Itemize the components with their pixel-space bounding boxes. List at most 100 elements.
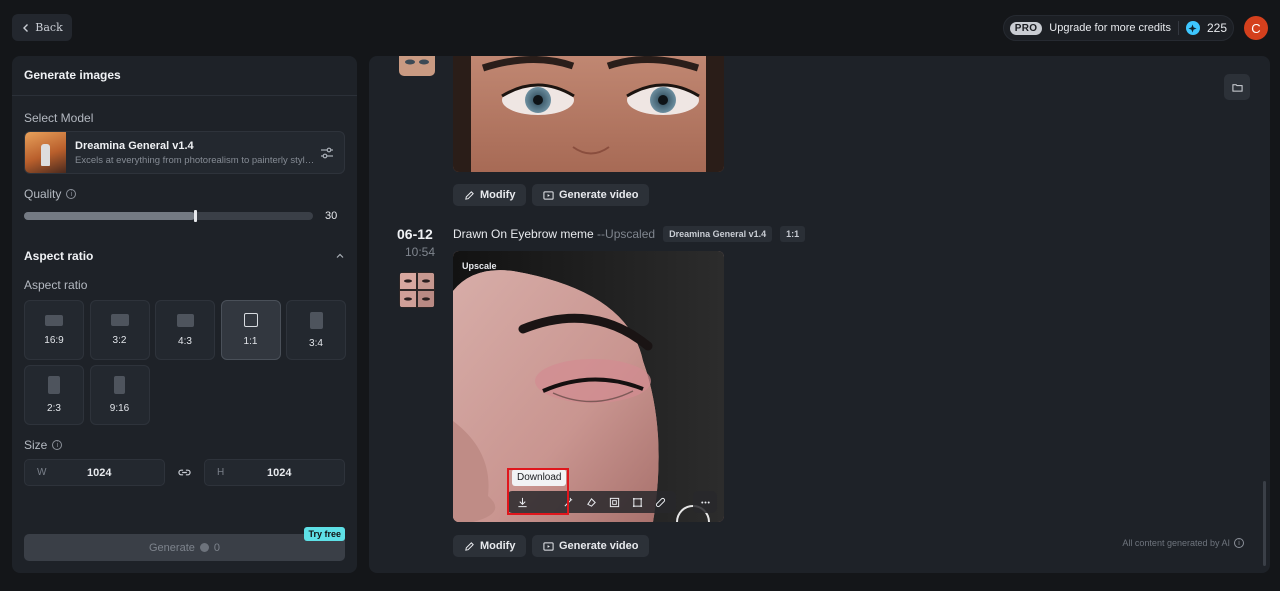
back-button[interactable]: Back: [12, 14, 72, 41]
aspect-ratio-option-16-9[interactable]: 16:9: [24, 300, 84, 360]
generate-video-label: Generate video: [559, 540, 639, 552]
aspect-ratio-option-4-3[interactable]: 4:3: [155, 300, 215, 360]
folder-icon: [1231, 83, 1243, 92]
aspect-ratio-section-title: Aspect ratio: [24, 249, 94, 263]
aspect-ratio-shape-icon: [243, 313, 258, 327]
width-field[interactable]: W 1024: [24, 459, 165, 486]
video-icon: [543, 541, 554, 551]
prompt-suffix: --Upscaled: [593, 227, 656, 241]
eraser-icon[interactable]: [580, 491, 603, 513]
height-value[interactable]: 1024: [267, 467, 291, 479]
back-label: Back: [35, 21, 63, 34]
result-date: 06-12: [397, 226, 433, 242]
video-icon: [543, 190, 554, 200]
pencil-icon: [465, 541, 474, 551]
try-free-badge: Try free: [304, 527, 345, 541]
pencil-icon: [465, 190, 474, 200]
more-horizontal-icon: [700, 500, 710, 504]
aspect-ratio-shape-icon: [309, 311, 323, 329]
link-icon[interactable]: [165, 466, 204, 479]
aspect-ratio-shape-icon: [48, 376, 60, 394]
scrollbar[interactable]: [1263, 481, 1266, 566]
select-model-label: Select Model: [24, 111, 93, 125]
upscale-tag: Upscale: [462, 261, 497, 271]
aspect-ratio-shape-icon: [45, 314, 63, 326]
aspect-ratio-section-header[interactable]: Aspect ratio: [24, 249, 345, 263]
avatar[interactable]: C: [1244, 16, 1268, 40]
upgrade-pill[interactable]: PRO Upgrade for more credits 225: [1002, 15, 1234, 41]
height-field[interactable]: H 1024: [204, 459, 345, 486]
select-model-text: Select Model: [24, 111, 94, 125]
aspect-ratio-label: Aspect ratio: [24, 278, 87, 292]
credit-star-icon: [1185, 21, 1200, 35]
generated-image-upscaled[interactable]: Upscale Download: [453, 251, 724, 522]
download-highlight: [507, 468, 569, 515]
upgrade-link[interactable]: Upgrade for more credits: [1049, 22, 1171, 34]
aspect-ratio-label: 3:4: [309, 337, 323, 349]
generate-button[interactable]: Generate 0: [24, 534, 345, 561]
credit-coin-icon: [199, 543, 209, 552]
aspect-ratio-shape-icon: [176, 313, 194, 327]
credit-count: 225: [1206, 21, 1227, 35]
modify-button[interactable]: Modify: [453, 184, 527, 206]
aspect-ratio-label: 4:3: [178, 335, 192, 347]
info-icon[interactable]: i: [52, 440, 63, 450]
aspect-ratio-option-3-2[interactable]: 3:2: [89, 300, 150, 360]
quality-label: Quality i: [24, 187, 77, 201]
size-label: Size i: [24, 438, 63, 452]
aspect-ratio-option-3-4[interactable]: 3:4: [286, 300, 346, 360]
model-selector[interactable]: Dreamina General v1.4 Excels at everythi…: [24, 131, 345, 174]
panel-title: Generate images: [12, 56, 357, 96]
info-icon[interactable]: i: [66, 189, 77, 199]
chevron-up-icon[interactable]: [335, 251, 345, 261]
model-description: Excels at everything from photorealism t…: [75, 154, 315, 166]
aspect-ratio-shape-icon: [114, 376, 125, 394]
generate-video-button[interactable]: Generate video: [532, 535, 650, 557]
quality-slider-handle[interactable]: [193, 210, 197, 222]
result-thumbnail[interactable]: [399, 56, 435, 76]
divider: [1177, 21, 1179, 35]
aspect-ratio-shape-icon: [110, 314, 129, 326]
generate-video-button[interactable]: Generate video: [532, 184, 650, 206]
model-tag: Dreamina General v1.4: [663, 226, 773, 242]
ai-disclaimer: All content generated by AI i: [1122, 538, 1244, 548]
aspect-ratio-option-1-1[interactable]: 1:1: [220, 300, 281, 360]
aspect-ratio-option-9-16[interactable]: 9:16: [89, 365, 150, 425]
width-prefix: W: [37, 467, 47, 478]
generate-label: Generate: [149, 541, 195, 554]
generated-image-eyes[interactable]: [453, 56, 724, 172]
aspect-ratio-grid: 16:9 3:2 4:3 1:1 3:4 2:3 9:16: [24, 300, 346, 425]
ratio-tag: 1:1: [780, 226, 806, 242]
model-thumbnail: [25, 132, 66, 173]
folder-button[interactable]: [1224, 74, 1250, 100]
more-options-button[interactable]: [693, 491, 717, 513]
quality-value: 30: [325, 210, 338, 222]
aspect-ratio-option-2-3[interactable]: 2:3: [24, 365, 84, 425]
generate-video-label: Generate video: [559, 189, 639, 201]
crop-icon[interactable]: [626, 491, 649, 513]
info-icon[interactable]: i: [1234, 538, 1244, 548]
aspect-ratio-label: 2:3: [47, 403, 61, 414]
result-thumbnail[interactable]: [399, 272, 435, 308]
modify-label: Modify: [480, 540, 516, 552]
chevron-left-icon: [23, 23, 29, 32]
result-time: 10:54: [405, 245, 436, 259]
width-value[interactable]: 1024: [87, 467, 111, 479]
quality-slider[interactable]: [24, 210, 313, 222]
modify-button[interactable]: Modify: [453, 535, 527, 557]
pro-badge: PRO: [1009, 21, 1043, 35]
bandage-icon[interactable]: [649, 491, 672, 513]
results-panel: Modify Generate video 06-12 10:54 Drawn …: [369, 56, 1270, 573]
aspect-ratio-label: 9:16: [109, 403, 130, 414]
size-text: Size: [24, 438, 48, 452]
aspect-ratio-label: 1:1: [243, 336, 258, 347]
expand-icon[interactable]: [603, 491, 626, 513]
quality-slider-fill: [24, 212, 195, 220]
modify-label: Modify: [480, 189, 516, 201]
aspect-ratio-text: Aspect ratio: [24, 278, 88, 292]
size-inputs: W 1024 H 1024: [24, 459, 345, 486]
prompt-text[interactable]: Drawn On Eyebrow meme --Upscaled: [453, 227, 655, 241]
account-area: PRO Upgrade for more credits 225 C: [1002, 15, 1268, 41]
result-header: Drawn On Eyebrow meme --Upscaled Dreamin…: [453, 226, 806, 242]
settings-sliders-icon[interactable]: [320, 146, 334, 160]
